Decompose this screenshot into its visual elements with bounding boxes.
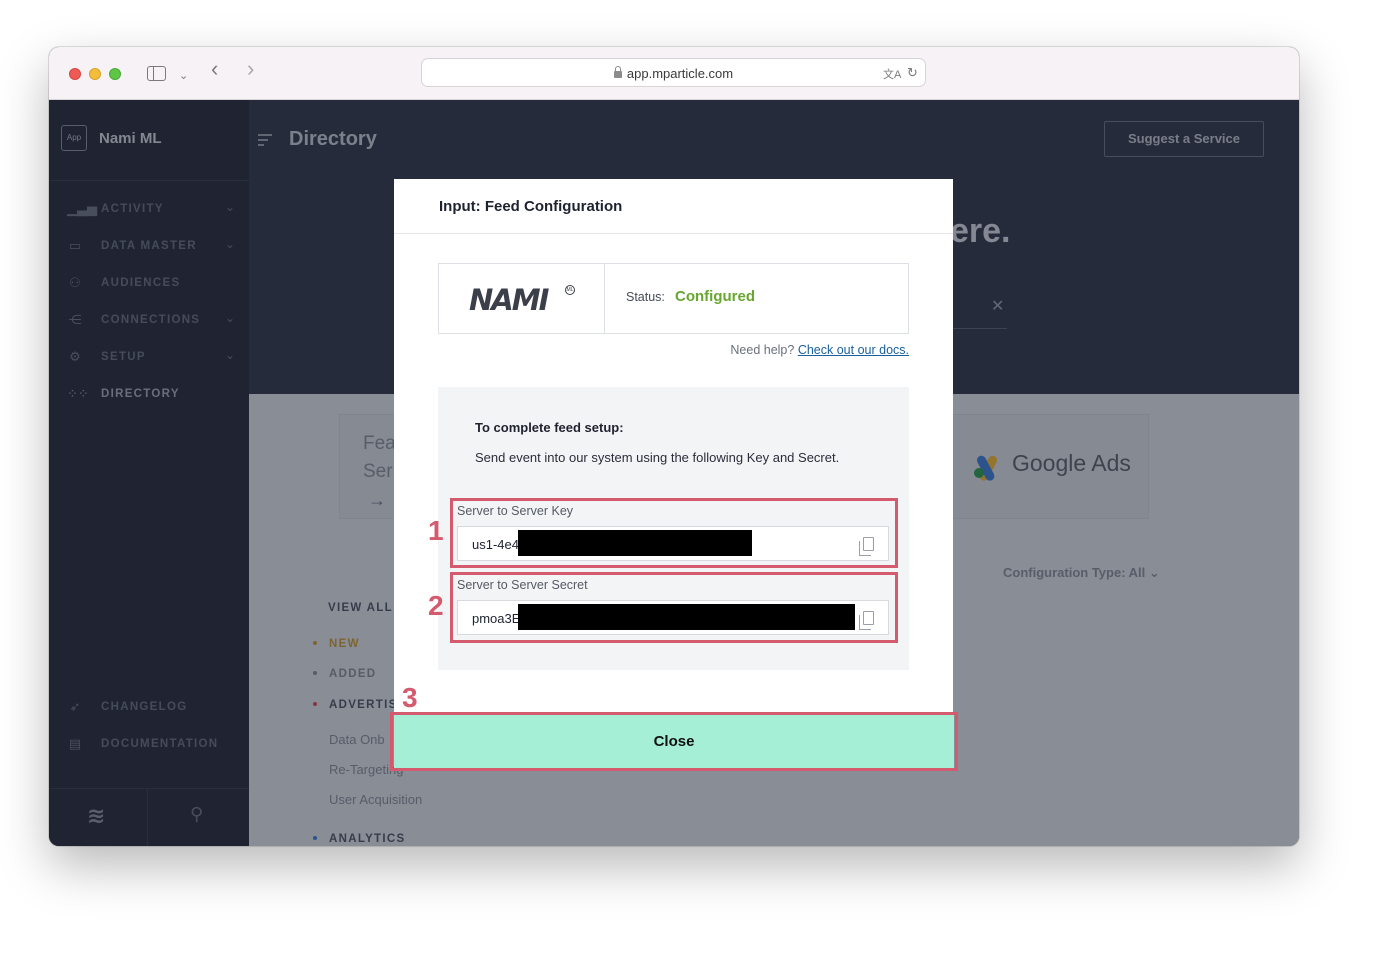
- annotation-number-3: 3: [402, 682, 418, 713]
- annotation-number-2: 2: [428, 590, 444, 621]
- highlight-box-key: [450, 498, 898, 568]
- setup-heading: To complete feed setup:: [475, 420, 624, 435]
- address-bar[interactable]: app.mparticle.com 文A ↻: [421, 58, 926, 87]
- browser-toolbar: ⌄ ‹ › app.mparticle.com 文A ↻: [49, 47, 1299, 100]
- modal-title: Input: Feed Configuration: [439, 198, 623, 215]
- chevron-down-icon[interactable]: ⌄: [179, 67, 188, 85]
- nami-logo-text: NAMI: [469, 283, 549, 317]
- feed-configuration-modal: Input: Feed Configuration NAMI ML Status…: [394, 179, 953, 770]
- lock-icon: [613, 66, 622, 78]
- minimize-window-button[interactable]: [89, 68, 101, 80]
- sidebar-toggle-icon[interactable]: [147, 66, 166, 81]
- status-badge: Configured: [675, 288, 755, 305]
- help-label: Need help?: [730, 343, 795, 357]
- forward-icon[interactable]: ›: [247, 58, 254, 80]
- docs-link[interactable]: Check out our docs.: [798, 343, 909, 357]
- nami-logo: NAMI ML: [439, 264, 605, 333]
- status-panel: NAMI ML Status: Configured: [438, 263, 909, 334]
- reload-icon[interactable]: ↻: [907, 65, 918, 81]
- registered-mark: ML: [565, 285, 575, 295]
- setup-description: Send event into our system using the fol…: [475, 450, 840, 465]
- translate-icon[interactable]: 文A: [883, 66, 901, 82]
- status-label: Status:: [626, 290, 665, 304]
- back-icon[interactable]: ‹: [211, 58, 218, 80]
- close-window-button[interactable]: [69, 68, 81, 80]
- annotation-number-1: 1: [428, 515, 444, 546]
- zoom-window-button[interactable]: [109, 68, 121, 80]
- highlight-box-close: [390, 712, 958, 771]
- highlight-box-secret: [450, 572, 898, 643]
- url-text: app.mparticle.com: [626, 66, 734, 81]
- help-text: Need help? Check out our docs.: [730, 343, 909, 357]
- modal-header: Input: Feed Configuration: [394, 179, 953, 234]
